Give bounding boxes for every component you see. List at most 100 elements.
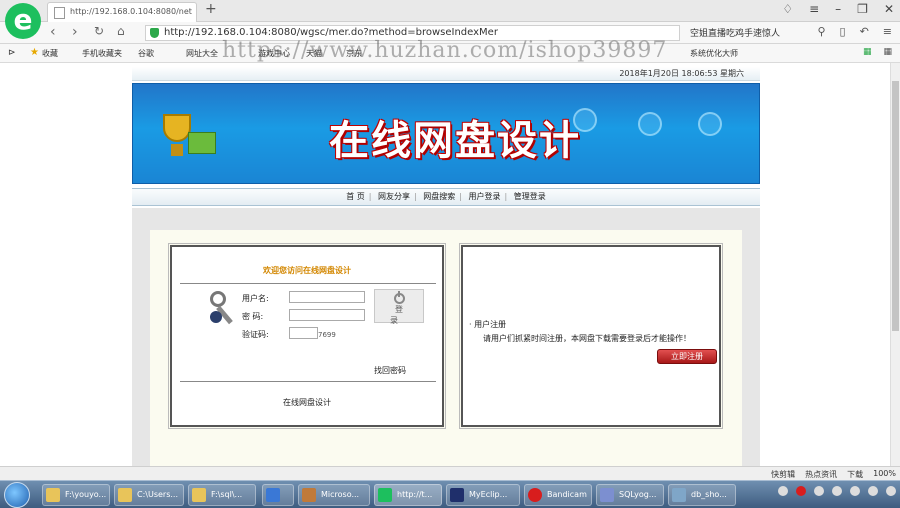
username-input[interactable] [289, 291, 365, 303]
system-tray [778, 486, 896, 496]
bookmark-item[interactable]: 网址大全 [186, 48, 218, 59]
taskbar-item[interactable]: http://t... [374, 484, 442, 506]
login-button-label: 登 录 [390, 305, 413, 325]
circle-decoration-icon [638, 112, 662, 136]
network-icon[interactable] [868, 486, 878, 496]
undo-icon[interactable]: ↶ [860, 25, 869, 38]
menu-icon[interactable]: ≡ [809, 2, 819, 16]
sidebar-toggle-icon[interactable]: ⊳ [8, 48, 16, 58]
grid-icon[interactable]: ▦ [883, 47, 892, 57]
menu-separator: | [459, 192, 462, 201]
forward-icon[interactable]: › [72, 24, 78, 40]
maximize-icon[interactable]: ❐ [857, 2, 868, 16]
register-button[interactable]: 立即注册 [657, 349, 717, 364]
taskbar-label: http://t... [397, 490, 433, 499]
taskbar-item[interactable]: Bandicam [524, 484, 592, 506]
browser-tab[interactable]: http://192.168.0.104:8080/net ✕ [47, 2, 197, 22]
menu-share[interactable]: 网友分享 [376, 192, 412, 201]
taskbar-item[interactable]: MyEclip... [446, 484, 520, 506]
taskbar-item[interactable]: F:\sql\... [188, 484, 256, 506]
taskbar-item[interactable]: C:\Users... [114, 484, 184, 506]
zoom-level[interactable]: 100% [873, 469, 896, 480]
key-icon [210, 291, 226, 307]
minimize-icon[interactable]: – [835, 2, 841, 16]
page-scrollbar[interactable] [890, 63, 900, 466]
star-icon: ★ [30, 47, 39, 58]
folder-icon [118, 488, 132, 502]
taskbar-label: Bandicam [547, 490, 587, 499]
refresh-icon[interactable]: ↻ [94, 24, 104, 38]
power-icon [393, 291, 405, 304]
trophy-base [171, 144, 183, 156]
download-item[interactable]: 下载 [847, 469, 863, 480]
record-icon [528, 488, 542, 502]
start-button-icon[interactable] [4, 482, 30, 508]
volume-icon[interactable] [886, 486, 896, 496]
datetime: 2018年1月20日 18:06:53 星期六 [619, 69, 744, 78]
bookmark-item[interactable]: 手机收藏夹 [82, 48, 122, 59]
taskbar-item[interactable]: db_sho... [668, 484, 736, 506]
back-icon[interactable]: ‹ [50, 24, 56, 40]
tray-record-icon[interactable] [796, 486, 806, 496]
forgot-password-link[interactable]: 找回密码 [374, 365, 406, 376]
bookmark-item[interactable]: 谷歌 [138, 48, 154, 59]
username-label: 用户名: [242, 294, 269, 303]
nav-right-icons: ⚲ ▯ ↶ ≡ [817, 25, 892, 38]
menu-search[interactable]: 网盘搜索 [421, 192, 457, 201]
site-menu: 首 页 | 网友分享 | 网盘搜索 | 用户登录 | 管理登录 [132, 188, 760, 206]
divider [180, 381, 436, 382]
register-description: 请用户们抓紧时间注册，本网盘下载需要登录后才能操作！ [483, 334, 691, 343]
content-area: 欢迎您访问在线网盘设计 用户名: 密 码: 验证码: 7699 登 录 找回密码… [132, 208, 760, 466]
browser-icon [378, 488, 392, 502]
shield-icon [150, 28, 159, 38]
bookmark-item[interactable]: 系统优化大师 [690, 48, 738, 59]
bookmark-item[interactable]: 收藏 [42, 48, 58, 59]
scroll-thumb[interactable] [892, 81, 899, 331]
menu-separator: | [368, 192, 372, 201]
taskbar-item[interactable]: SQLyog... [596, 484, 664, 506]
browser-logo-icon[interactable]: e [5, 3, 41, 39]
news-item[interactable]: 热点资讯 [805, 469, 837, 480]
tray-icon[interactable] [832, 486, 842, 496]
bookmark-icon[interactable]: ▯ [840, 25, 846, 38]
window-controls: ♢ ≡ – ❐ ✕ [782, 2, 894, 16]
search-icon[interactable]: ⚲ [817, 25, 825, 38]
taskbar-item[interactable]: F:\youyo... [42, 484, 110, 506]
bookmark-right-icons: ▦ ▦ [863, 47, 892, 57]
quick-edit-item[interactable]: 快剪辑 [771, 469, 795, 480]
skin-icon[interactable]: ♢ [782, 2, 793, 16]
captcha-input[interactable] [289, 327, 318, 339]
login-button[interactable]: 登 录 [374, 289, 424, 325]
tray-icon[interactable] [850, 486, 860, 496]
tray-icon[interactable] [778, 486, 788, 496]
taskbar: F:\youyo... C:\Users... F:\sql\... Micro… [0, 480, 900, 508]
menu-admin-login[interactable]: 管理登录 [512, 192, 548, 201]
login-panel: 欢迎您访问在线网盘设计 用户名: 密 码: 验证码: 7699 登 录 找回密码… [168, 243, 446, 429]
app-icon[interactable]: ▦ [863, 47, 872, 57]
taskbar-label: db_sho... [691, 490, 727, 499]
menu-user-login[interactable]: 用户登录 [467, 192, 503, 201]
search-suggestion[interactable]: 空姐直播吃鸡手速惊人 [690, 26, 780, 39]
menu-home[interactable]: 首 页 [344, 192, 367, 201]
tab-strip: e http://192.168.0.104:8080/net ✕ + ♢ ≡ … [0, 0, 900, 39]
home-icon[interactable]: ⌂ [117, 24, 125, 38]
more-icon[interactable]: ≡ [883, 25, 892, 38]
eclipse-icon [450, 488, 464, 502]
app-icon [302, 488, 316, 502]
taskbar-item[interactable] [262, 484, 294, 506]
books-icon [188, 132, 216, 154]
address-text: http://192.168.0.104:8080/wgsc/mer.do?me… [164, 27, 498, 38]
close-window-icon[interactable]: ✕ [884, 2, 894, 16]
content-inner: 欢迎您访问在线网盘设计 用户名: 密 码: 验证码: 7699 登 录 找回密码… [150, 230, 742, 466]
divider [180, 283, 436, 284]
taskbar-item[interactable]: Microso... [298, 484, 370, 506]
new-tab-icon[interactable]: + [205, 1, 217, 17]
password-input[interactable] [289, 309, 365, 321]
site-banner: 在线网盘设计 [132, 83, 760, 184]
tray-icon[interactable] [814, 486, 824, 496]
taskbar-label: Microso... [321, 490, 360, 499]
tab-title: http://192.168.0.104:8080/net [70, 7, 192, 16]
database-icon [600, 488, 614, 502]
captcha-image[interactable]: 7699 [318, 331, 336, 339]
banner-title: 在线网盘设计 [329, 118, 581, 164]
